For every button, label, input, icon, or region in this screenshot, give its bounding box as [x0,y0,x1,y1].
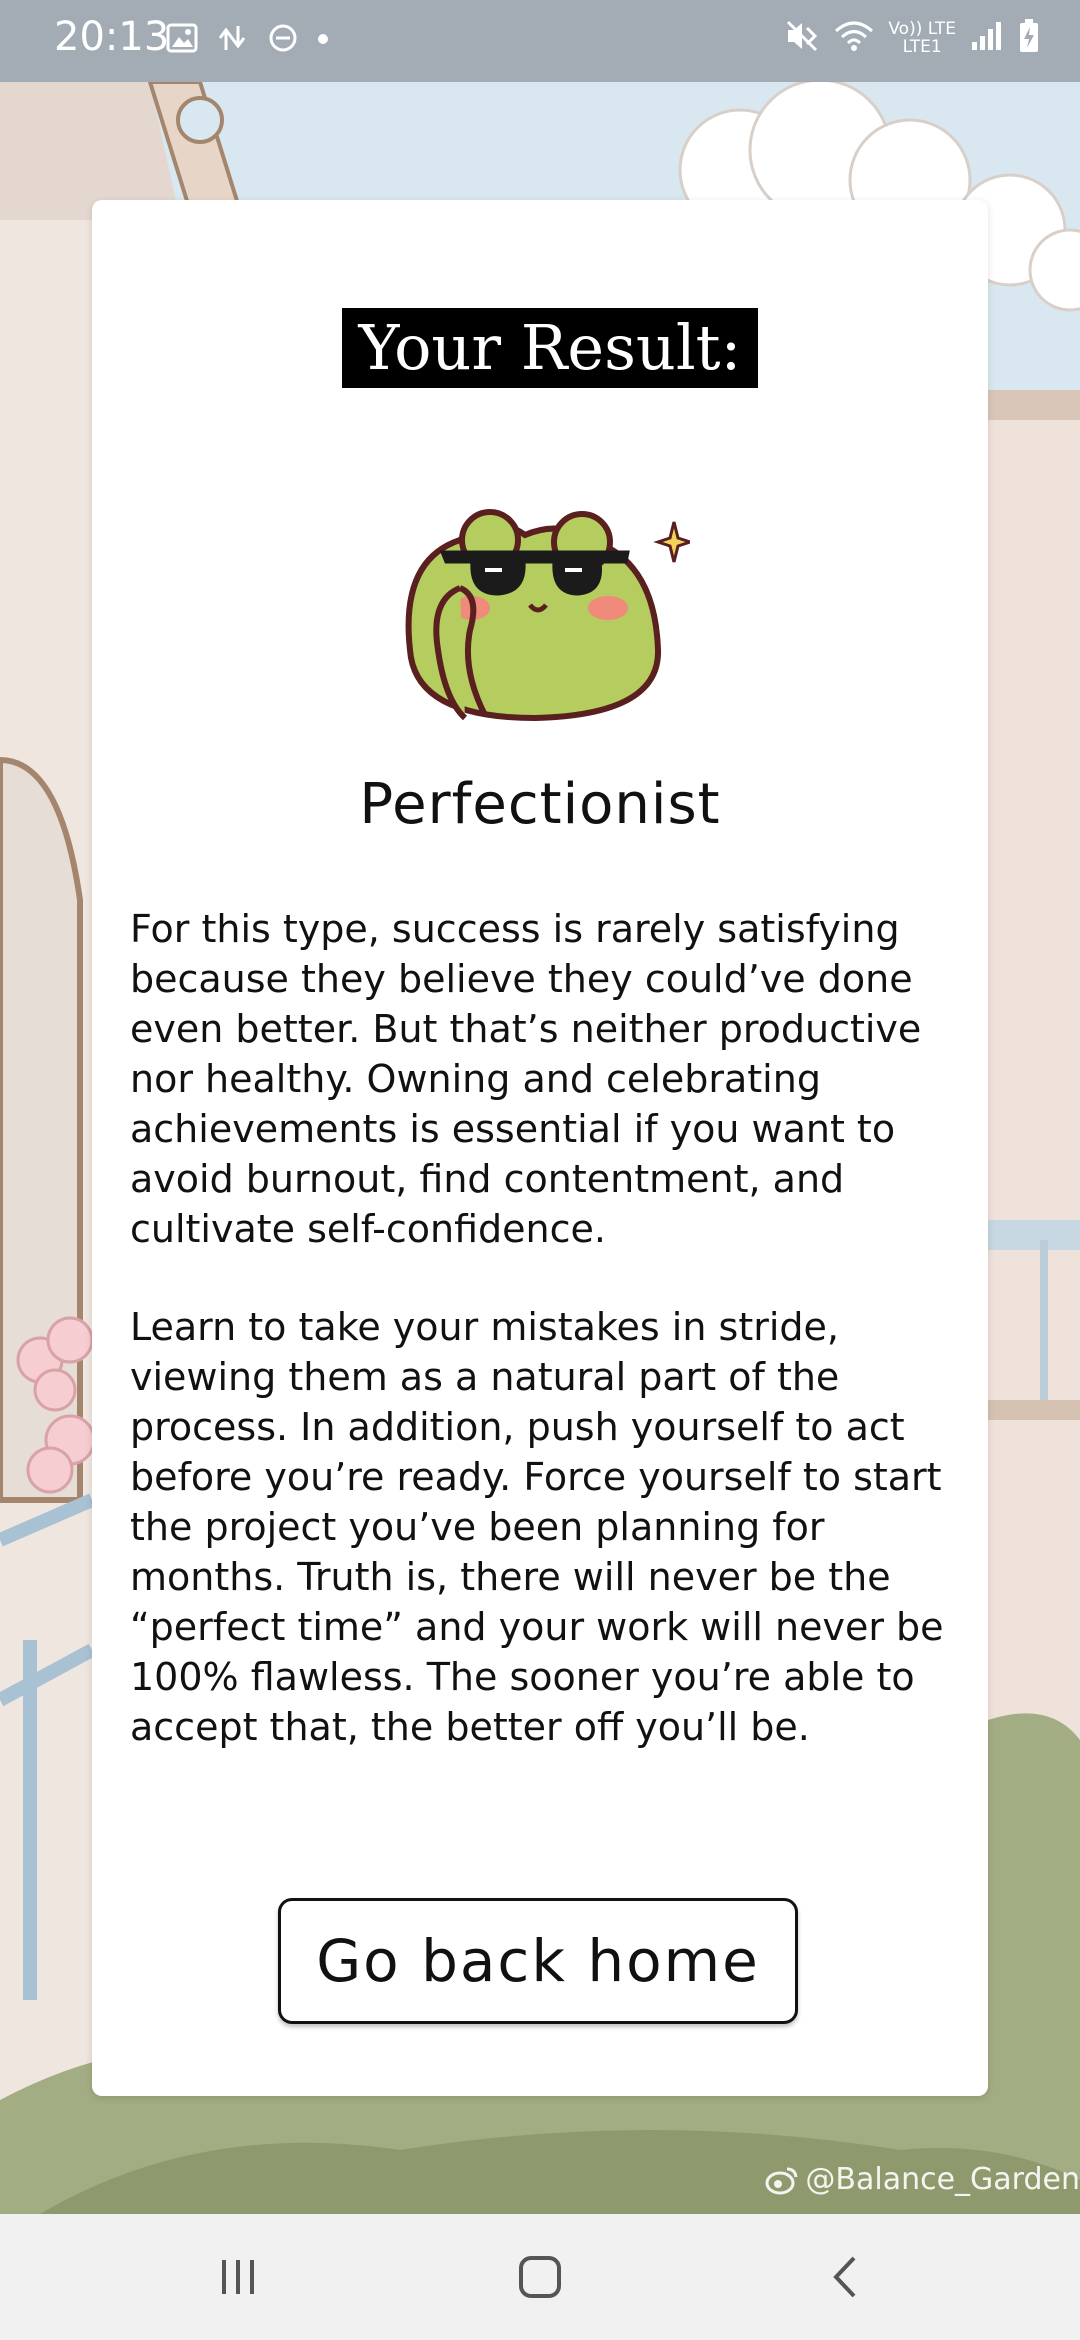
watermark: @Balance_Garden [765,2162,1080,2197]
recents-icon[interactable] [210,2252,270,2302]
status-icons-right: Vo)) LTE LTE1 [784,18,1040,58]
frog-sunglasses-illustration [405,509,690,722]
status-time: 20:13 [54,14,170,60]
mute-icon [784,18,820,58]
result-type-title: Perfectionist [359,772,721,837]
lte-bottom-label: LTE1 [902,37,942,57]
result-card: Your Result: Perfectionist For this type… [92,200,988,2096]
result-heading: Your Result: [342,308,758,388]
data-transfer-icon [216,22,250,58]
lte-top-label: Vo)) LTE [888,19,956,39]
weibo-icon [765,2167,798,2194]
dot-icon [316,31,330,50]
wifi-icon [834,19,874,57]
do-not-disturb-icon [268,23,298,57]
battery-charging-icon [1018,18,1040,58]
watermark-text: @Balance_Garden [805,2162,1080,2197]
home-icon[interactable] [510,2252,570,2302]
back-icon[interactable] [816,2252,876,2302]
status-icons-left [166,22,330,58]
signal-icon [970,20,1004,56]
status-bar: 20:13 Vo)) LTE LTE1 [0,0,1080,82]
go-back-home-button[interactable]: Go back home [278,1898,798,2024]
image-icon [166,23,198,57]
result-description-paragraph-2: Learn to take your mistakes in stride, v… [130,1305,944,1749]
result-description-paragraph-1: For this type, success is rarely satisfy… [130,907,922,1251]
navigation-bar [0,2214,1080,2340]
lte-indicator: Vo)) LTE LTE1 [888,20,956,56]
